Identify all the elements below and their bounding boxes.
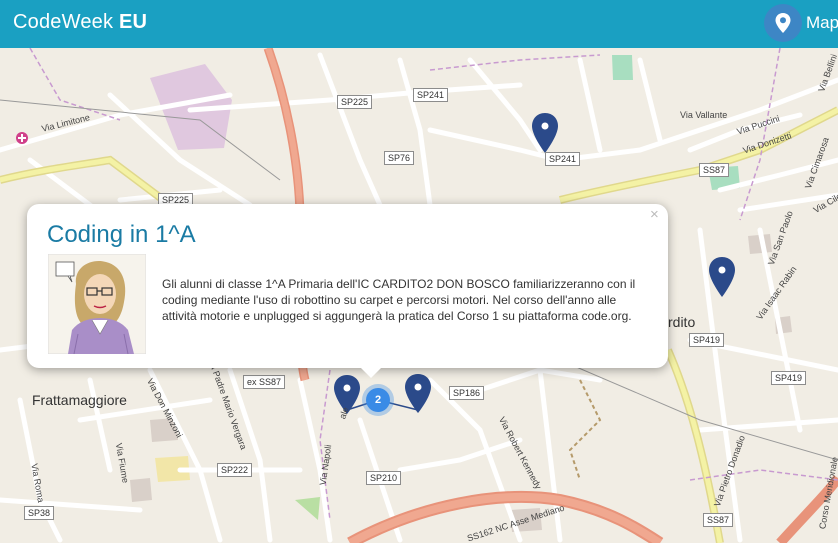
brand-sub: EU bbox=[118, 11, 148, 33]
road-label: SS87 bbox=[699, 163, 730, 177]
road-label: SP241 bbox=[545, 152, 581, 166]
brand-logo[interactable]: CodeWeek EU bbox=[13, 11, 147, 34]
map-label: Map bbox=[806, 13, 838, 32]
road-label: SP241 bbox=[413, 88, 449, 102]
cartoon-teacher-image bbox=[47, 253, 147, 355]
road-label: SS87 bbox=[703, 513, 734, 527]
popup-title: Coding in 1^A bbox=[47, 221, 196, 248]
event-popup: × Coding in 1^A Gli alunni di classe 1^A… bbox=[27, 204, 668, 378]
road-label: SP419 bbox=[771, 371, 807, 385]
top-bar: CodeWeek EU Map bbox=[0, 0, 838, 48]
street-label: Via Vallante bbox=[680, 110, 728, 120]
road-label: SP210 bbox=[366, 471, 402, 485]
map-pin-icon bbox=[764, 4, 802, 42]
popup-description: Gli alunni di classe 1^A Primaria dell'I… bbox=[162, 277, 636, 323]
map-button[interactable]: Map bbox=[764, 4, 838, 44]
road-label: SP38 bbox=[24, 506, 55, 520]
road-label: SP419 bbox=[689, 333, 725, 347]
brand-main: CodeWeek bbox=[13, 11, 114, 33]
road-label: SP222 bbox=[217, 463, 253, 477]
town-label: Frattamaggiore bbox=[32, 392, 127, 408]
road-label: SP186 bbox=[449, 386, 485, 400]
road-label: SP76 bbox=[384, 151, 415, 165]
popup-tip bbox=[357, 364, 385, 378]
road-label: SP225 bbox=[337, 95, 373, 109]
town-label: rdito bbox=[668, 314, 696, 330]
road-label: ex SS87 bbox=[243, 375, 286, 389]
marker-cluster[interactable]: 2 bbox=[366, 388, 390, 412]
close-icon[interactable]: × bbox=[650, 206, 659, 223]
